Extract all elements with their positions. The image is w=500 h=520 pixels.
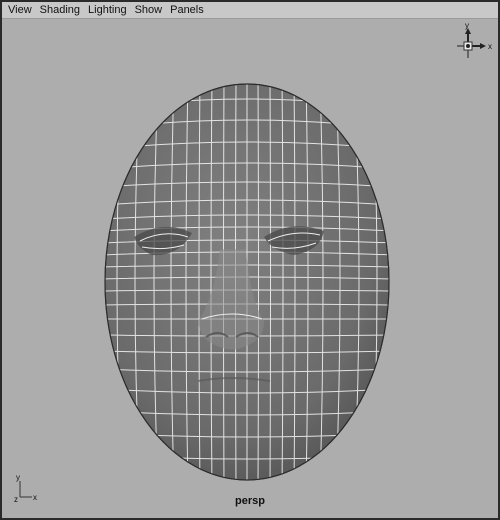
viewport-panel: View Shading Lighting Show Panels y x y …	[0, 0, 500, 520]
panel-menubar: View Shading Lighting Show Panels	[2, 2, 498, 19]
menu-panels[interactable]: Panels	[166, 2, 208, 19]
menu-show[interactable]: Show	[131, 2, 167, 19]
perspective-viewport[interactable]: y x y z x persp	[2, 19, 498, 518]
menu-view[interactable]: View	[4, 2, 36, 19]
view-cube-y-label: y	[465, 22, 469, 30]
camera-name-label: persp	[235, 495, 265, 507]
view-cube-icon[interactable]: y x	[448, 22, 496, 70]
menu-shading[interactable]: Shading	[36, 2, 84, 19]
view-cube-x-label: x	[488, 42, 492, 51]
menu-lighting[interactable]: Lighting	[84, 2, 131, 19]
axis-y-label: y	[16, 473, 20, 482]
head-mesh[interactable]	[2, 19, 498, 518]
